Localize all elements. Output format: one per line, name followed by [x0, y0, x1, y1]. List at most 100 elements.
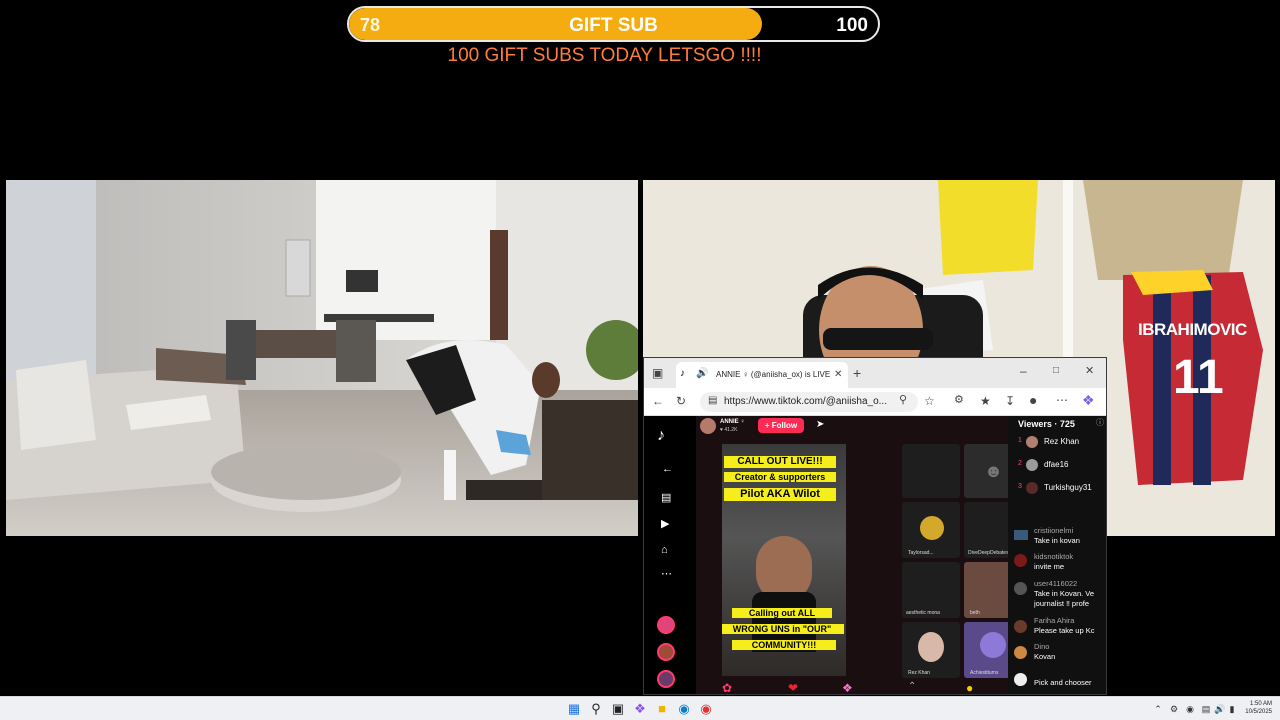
taskbar-search-icon[interactable]: ⚲ [588, 701, 604, 717]
guest-4-name: beth [970, 610, 980, 616]
maximize-icon[interactable]: □ [1053, 366, 1059, 376]
follow-button[interactable]: + Follow [758, 418, 804, 433]
host-likes: ♥ 41.2K [720, 427, 738, 433]
guest-5-name: Rez Khan [908, 670, 930, 676]
url-bar[interactable]: ▤ https://www.tiktok.com/@aniisha_o... [700, 392, 918, 412]
chat-avatar [1014, 673, 1027, 686]
browser-window[interactable]: ▣ ♪ 🔊 ANNIE ♀ (@aniisha_ox) is LIVE ✕ + … [643, 357, 1107, 695]
guest-5-avatar [918, 632, 944, 662]
chat-text: Take in kovan [1034, 536, 1080, 545]
chat-avatar [1014, 554, 1027, 567]
tiktok-live-page: ♪ ← ▤ ▶ ⌂ ⋯ ANNIE ♀ ♥ 41.2K + Follow ➤ C… [644, 416, 1106, 694]
downloads-icon[interactable]: ↧ [1005, 395, 1015, 407]
chat-text: Kovan [1034, 652, 1056, 661]
chat-avatar [1014, 646, 1027, 659]
chat-username[interactable]: Fariha Ahira [1034, 616, 1106, 625]
top-viewer-avatar [1026, 482, 1038, 494]
top-viewer-rank: 3 [1018, 483, 1022, 490]
top-viewer-avatar [1026, 459, 1038, 471]
empty-seat-icon: ☻ [984, 461, 1003, 481]
file-explorer-icon[interactable]: ■ [654, 701, 670, 717]
tiktok-logo-icon[interactable]: ♪ [657, 428, 665, 444]
sidebar-back-icon[interactable]: ← [662, 464, 673, 475]
gift-sub-goal-bar: 78 GIFT SUB 100 [347, 6, 880, 42]
tray-battery-icon[interactable]: ▮ [1224, 701, 1240, 717]
browser-titlebar[interactable]: ▣ ♪ 🔊 ANNIE ♀ (@aniisha_ox) is LIVE ✕ + … [644, 358, 1106, 388]
minimize-icon[interactable]: – [1020, 365, 1027, 377]
guest-6-avatar [980, 632, 1006, 658]
viewers-info-icon[interactable]: ⓘ [1096, 419, 1104, 427]
jersey-name-text: IBRAHIMOVIC [1138, 320, 1247, 339]
guest-tile-3[interactable]: aesthetic mona [902, 562, 960, 618]
followed-avatar-3[interactable] [657, 670, 675, 688]
chat-username[interactable]: Dino [1034, 642, 1106, 651]
heart-gift-icon[interactable]: ❤ [788, 682, 798, 694]
task-view-icon[interactable]: ▣ [610, 701, 626, 717]
goal-message: 100 GIFT SUBS TODAY LETSGO !!!! [447, 45, 762, 66]
living-room-camera [6, 180, 638, 536]
browser-toolbar: ← ↻ ▤ https://www.tiktok.com/@aniisha_o.… [644, 388, 1106, 416]
tab-close-icon[interactable]: ✕ [834, 370, 842, 380]
top-viewer-name: Turkishguy31 [1044, 483, 1092, 492]
new-tab-icon[interactable]: + [853, 366, 861, 380]
top-viewer-name: Rez Khan [1044, 437, 1080, 446]
sidebar-more-icon[interactable]: ⋯ [661, 569, 672, 580]
window-close-icon[interactable]: ✕ [1085, 366, 1094, 377]
top-viewer-avatar [1026, 436, 1038, 448]
favorite-star-icon[interactable]: ☆ [924, 395, 935, 407]
followed-avatar-2[interactable] [657, 643, 675, 661]
url-text: https://www.tiktok.com/@aniisha_o... [724, 396, 887, 407]
stream-screen: 78 GIFT SUB 100 100 GIFT SUBS TODAY LETS… [0, 0, 1280, 720]
poster-line-6: COMMUNITY!!! [732, 640, 836, 651]
share-icon[interactable]: ➤ [816, 420, 824, 430]
obs-app-icon[interactable]: ◉ [698, 701, 714, 717]
tray-expand-icon[interactable]: ⌃ [1150, 701, 1166, 717]
host-video-poster: CALL OUT LIVE!!! Creator & supporters Pi… [722, 444, 846, 676]
guest-6-name: Achiestitums [970, 670, 999, 676]
sidebar-calendar-icon[interactable]: ▤ [661, 493, 671, 504]
guest-1-avatar [920, 516, 944, 540]
guest-tile-empty-1[interactable] [902, 444, 960, 498]
coin-icon[interactable]: ● [966, 682, 973, 694]
tray-microphone-icon[interactable]: ◉ [1182, 701, 1198, 717]
site-info-icon[interactable]: ▤ [708, 396, 717, 406]
clock-date: 10/5/2025 [1245, 709, 1272, 715]
profile-icon[interactable]: ● [1029, 393, 1037, 407]
goal-title: GIFT SUB [569, 15, 658, 36]
sidebar-video-icon[interactable]: ▶ [661, 519, 669, 530]
extensions-icon[interactable]: ⚙ [954, 395, 964, 406]
viewers-title: Viewers · 725 [1018, 419, 1075, 429]
browser-tab-active[interactable]: ♪ 🔊 ANNIE ♀ (@aniisha_ox) is LIVE ✕ [676, 362, 848, 388]
zoom-icon[interactable]: ⚲ [899, 395, 907, 406]
chat-username[interactable]: kidsnotiktok [1034, 552, 1106, 561]
guest-2-name: DiveDeepDebates [968, 550, 1009, 556]
tab-audio-icon[interactable]: 🔊 [696, 369, 708, 379]
viewers-panel: Viewers · 725 ⓘ 1 Rez Khan 2 dfae16 3 Tu… [1008, 416, 1106, 694]
chat-username[interactable]: user4116022 [1034, 579, 1106, 588]
chat-username[interactable]: cristiionelmi [1034, 526, 1106, 535]
sidebar-home-icon[interactable]: ⌂ [661, 545, 668, 556]
guest-tile-1[interactable]: Taylorsad... [902, 502, 960, 558]
tab-actions-icon[interactable]: ▣ [652, 367, 663, 379]
expand-up-icon[interactable]: ⌃ [908, 682, 916, 692]
rose-gift-icon[interactable]: ✿ [722, 682, 732, 694]
edge-browser-icon[interactable]: ◉ [676, 701, 692, 717]
host-avatar[interactable] [700, 418, 716, 434]
copilot-icon[interactable]: ❖ [1082, 393, 1095, 407]
poster-line-4: Calling out ALL [732, 608, 832, 619]
copilot-taskbar-icon[interactable]: ❖ [632, 701, 648, 717]
top-viewer-rank: 2 [1018, 460, 1022, 467]
tray-app-icon[interactable]: ⚙ [1166, 701, 1182, 717]
favorites-icon[interactable]: ★ [980, 395, 991, 407]
guest-1-name: Taylorsad... [908, 550, 934, 556]
guest-tile-5[interactable]: Rez Khan [902, 622, 960, 678]
gift-icon[interactable]: ❖ [842, 682, 853, 694]
followed-avatar-1[interactable] [657, 616, 675, 634]
browser-tab-title: ANNIE ♀ (@aniisha_ox) is LIVE [716, 370, 831, 379]
taskbar-clock[interactable]: 1:50 AM 10/5/2025 [1245, 700, 1272, 716]
windows-start-icon[interactable]: ▦ [566, 701, 582, 717]
chat-avatar [1014, 582, 1027, 595]
back-icon[interactable]: ← [652, 395, 664, 407]
more-menu-icon[interactable]: ⋯ [1056, 394, 1068, 406]
refresh-icon[interactable]: ↻ [676, 395, 686, 407]
